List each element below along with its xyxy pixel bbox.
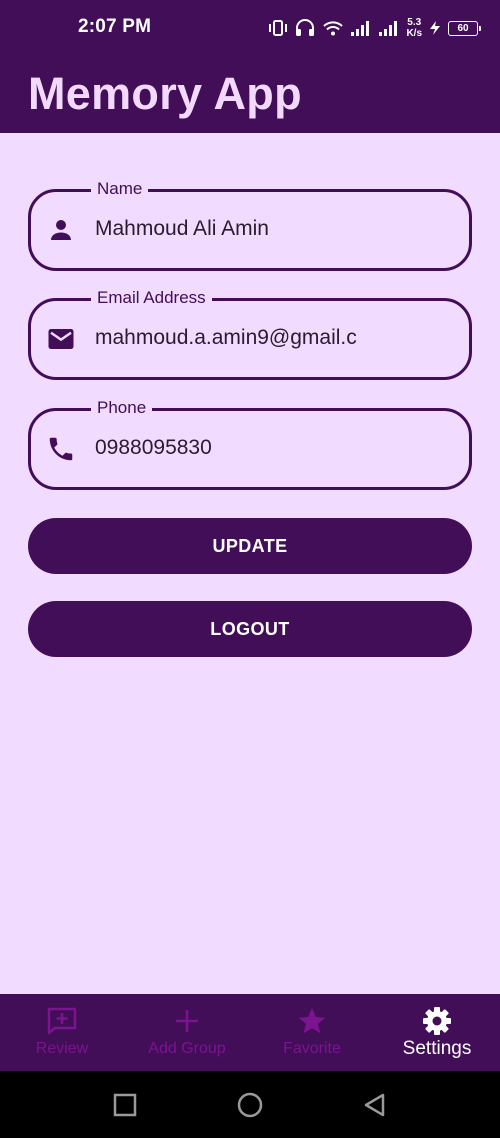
battery-indicator: 60 xyxy=(448,20,481,36)
logout-button[interactable]: LOGOUT xyxy=(28,601,472,657)
phone-input[interactable]: 0988095830 xyxy=(95,436,455,460)
email-field-label: Email Address xyxy=(91,288,212,308)
email-field[interactable]: Email Address mahmoud.a.amin9@gmail.c xyxy=(28,288,472,380)
signal-icon-1 xyxy=(351,21,370,36)
back-icon[interactable] xyxy=(361,1091,389,1119)
phone-field[interactable]: Phone 0988095830 xyxy=(28,398,472,490)
phone-field-label: Phone xyxy=(91,398,153,418)
signal-icon-2 xyxy=(379,21,398,36)
update-button[interactable]: UPDATE xyxy=(28,518,472,574)
page-title: Memory App xyxy=(28,68,302,119)
app-header: 2:07 PM 5.3 K/s 60 Memory App xyxy=(0,0,500,133)
vibrate-icon xyxy=(269,20,288,36)
status-icons: 5.3 K/s 60 xyxy=(268,15,481,41)
system-navigation-bar xyxy=(0,1071,500,1138)
review-icon xyxy=(47,1007,77,1035)
nav-item-add-group[interactable]: Add Group xyxy=(137,994,237,1071)
mail-icon xyxy=(48,329,74,349)
name-field-label: Name xyxy=(91,179,149,199)
nav-item-favorite[interactable]: Favorite xyxy=(272,994,352,1071)
charging-icon xyxy=(430,21,440,35)
nav-item-settings[interactable]: Settings xyxy=(392,994,482,1071)
network-speed: 5.3 K/s xyxy=(406,17,422,39)
status-bar: 2:07 PM 5.3 K/s 60 xyxy=(0,0,500,56)
nav-label-review: Review xyxy=(35,1040,89,1057)
nav-label-settings: Settings xyxy=(402,1038,472,1059)
plus-icon xyxy=(176,1010,198,1032)
nav-label-favorite: Favorite xyxy=(283,1040,341,1057)
home-icon[interactable] xyxy=(236,1091,264,1119)
phone-icon xyxy=(49,437,73,461)
headphones-icon xyxy=(296,19,315,36)
gear-icon xyxy=(423,1007,451,1035)
wifi-icon xyxy=(323,21,344,36)
recents-icon[interactable] xyxy=(111,1091,139,1119)
person-icon xyxy=(51,220,71,240)
status-time: 2:07 PM xyxy=(78,16,152,37)
name-field[interactable]: Name Mahmoud Ali Amin xyxy=(28,179,472,271)
star-icon xyxy=(298,1008,326,1034)
nav-item-review[interactable]: Review xyxy=(22,994,102,1071)
bottom-navigation: Review Add Group Favorite Settings xyxy=(0,994,500,1071)
name-input[interactable]: Mahmoud Ali Amin xyxy=(95,217,455,241)
email-input[interactable]: mahmoud.a.amin9@gmail.c xyxy=(95,326,455,350)
nav-label-add-group: Add Group xyxy=(148,1040,226,1057)
